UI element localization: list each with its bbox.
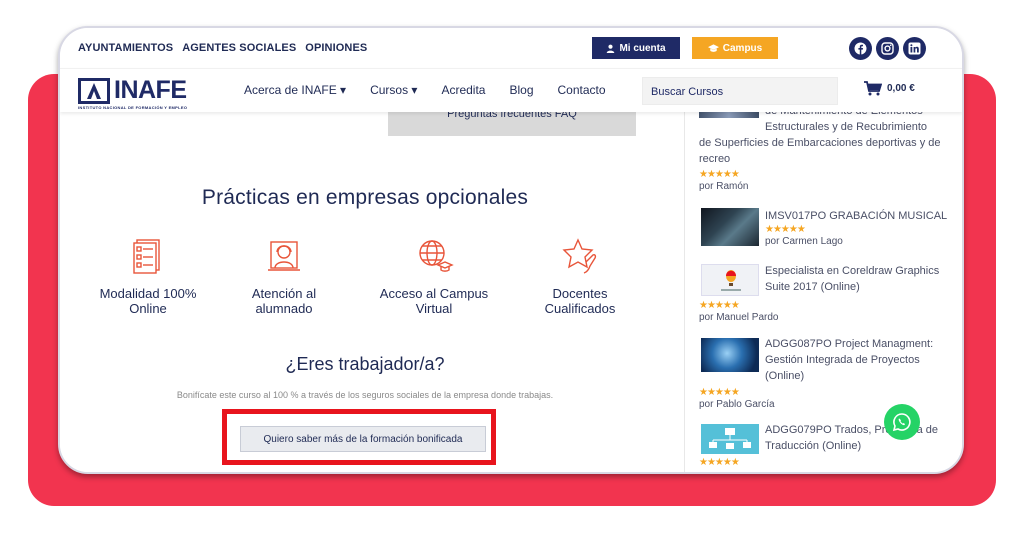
top-link-opiniones[interactable]: OPINIONES: [305, 42, 367, 54]
nav-item-acerca[interactable]: Acerca de INAFE ▾: [244, 83, 346, 97]
feature-docentes: Docentes Cualificados: [520, 236, 640, 316]
product-thumbnail[interactable]: [701, 208, 759, 246]
campus-label: Campus: [722, 42, 763, 54]
network-diagram-icon: [709, 428, 751, 449]
product-title-line: ADGG087PO Project Managment:: [765, 338, 934, 350]
nav-item-contacto[interactable]: Contacto: [558, 83, 606, 97]
product-title-line: Suite 2017 (Online): [765, 281, 860, 293]
cart-total: 0,00 €: [887, 83, 915, 94]
product-info[interactable]: IMSV017PO GRABACIÓN MUSICAL ★★★★★ por Ca…: [765, 208, 962, 250]
browser-frame: AYUNTAMIENTOS AGENTES SOCIALES OPINIONES…: [58, 26, 964, 474]
product-title-line: (Online): [765, 370, 805, 382]
product-title[interactable]: de Superficies de Embarcaciones deportiv…: [699, 135, 961, 167]
star-hand-icon: [562, 238, 597, 274]
globe-graduation-icon: [419, 240, 454, 272]
product-rating: ★★★★★ por Ramón: [699, 167, 748, 195]
product-rating: ★★★★★ por Manuel Pardo: [699, 298, 779, 326]
product-title-line: recreo: [699, 153, 731, 165]
user-icon: [607, 44, 615, 53]
product-title-line: de Superficies de Embarcaciones deportiv…: [699, 137, 941, 149]
instagram-icon[interactable]: [876, 37, 899, 60]
product-title-line: Estructurales y de Recubrimiento: [765, 121, 928, 133]
feature-online-label: Modalidad 100% Online: [99, 286, 197, 316]
cart-button[interactable]: 0,00 €: [864, 81, 915, 96]
product-title-line: Especialista en Coreldraw Graphics: [765, 265, 940, 277]
feature-online: Modalidad 100% Online: [88, 236, 208, 316]
facebook-icon[interactable]: [849, 37, 872, 60]
product-title[interactable]: ADGG087PO Project Managment: Gestión Int…: [765, 336, 962, 384]
my-account-button[interactable]: Mi cuenta: [592, 37, 680, 59]
product-author: por Carmen Lago: [765, 236, 843, 247]
product-thumbnail[interactable]: [701, 338, 759, 372]
product-rating: ★★★★★: [699, 455, 740, 471]
logo-text: INAFE: [114, 76, 187, 104]
product-thumbnail[interactable]: [701, 424, 759, 454]
graduation-cap-icon: [707, 43, 719, 52]
trabajador-heading: ¿Eres trabajador/a?: [285, 354, 445, 374]
product-title-line: ADGG079PO Trados, Programa de: [765, 424, 939, 436]
feature-campus: Acceso al Campus Virtual: [374, 236, 494, 316]
product-thumbnail[interactable]: [701, 264, 759, 296]
my-account-label: Mi cuenta: [619, 42, 666, 54]
practicas-heading: Prácticas en empresas opcionales: [201, 186, 529, 209]
whatsapp-icon[interactable]: [884, 404, 920, 440]
campus-button[interactable]: Campus: [692, 37, 778, 59]
top-link-ayuntamientos[interactable]: AYUNTAMIENTOS: [78, 42, 173, 54]
product-title[interactable]: Especialista en Coreldraw Graphics Suite…: [765, 263, 962, 295]
logo-subtitle: INSTITUTO NACIONAL DE FORMACIÓN Y EMPLEO: [78, 105, 188, 110]
product-author: por Pablo García: [699, 399, 775, 410]
product-title-line: Traducción (Online): [765, 440, 862, 452]
document-list-icon: [133, 239, 160, 274]
formacion-bonificada-button[interactable]: Quiero saber más de la formación bonific…: [240, 426, 486, 452]
search-input[interactable]: Buscar Cursos: [642, 77, 838, 105]
bonificate-text: Bonifícate este curso al 100 % a través …: [176, 390, 554, 400]
page-content: Preguntas frecuentes FAQ Prácticas en em…: [60, 105, 962, 472]
nav-item-acredita[interactable]: Acredita: [441, 83, 485, 97]
products-sidebar: de Mantenimiento de Elementos Estructura…: [684, 105, 962, 472]
feature-campus-label: Acceso al Campus Virtual: [379, 286, 489, 316]
main-menu: Acerca de INAFE ▾ Cursos ▾ Acredita Blog…: [244, 83, 606, 97]
nav-item-cursos[interactable]: Cursos ▾: [370, 83, 417, 97]
product-author: por Manuel Pardo: [699, 312, 779, 323]
rating-stars: ★★★★★: [699, 457, 740, 468]
product-title[interactable]: ADGG079PO Trados, Programa de Traducción…: [765, 422, 962, 454]
inafe-logo[interactable]: INAFE INSTITUTO NACIONAL DE FORMACIÓN Y …: [78, 75, 208, 111]
main-navbar: INAFE INSTITUTO NACIONAL DE FORMACIÓN Y …: [60, 68, 962, 112]
top-bar: AYUNTAMIENTOS AGENTES SOCIALES OPINIONES…: [60, 28, 962, 68]
top-links: AYUNTAMIENTOS AGENTES SOCIALES OPINIONES: [78, 42, 367, 54]
logo-mark: [78, 78, 110, 104]
support-agent-icon: [268, 241, 300, 271]
product-rating: ★★★★★ por Pablo García: [699, 385, 775, 413]
product-author: por Ramón: [699, 181, 749, 192]
top-link-agentes-sociales[interactable]: AGENTES SOCIALES: [182, 42, 296, 54]
feature-atencion-label: Atención al alumnado: [251, 286, 317, 316]
coreldraw-balloon-icon: [721, 270, 741, 291]
feature-docentes-label: Docentes Cualificados: [544, 286, 616, 316]
cart-icon: [864, 81, 882, 96]
feature-atencion: Atención al alumnado: [224, 236, 344, 316]
product-title-line: Gestión Integrada de Proyectos: [765, 354, 920, 366]
linkedin-icon[interactable]: [903, 37, 926, 60]
nav-item-blog[interactable]: Blog: [509, 83, 533, 97]
